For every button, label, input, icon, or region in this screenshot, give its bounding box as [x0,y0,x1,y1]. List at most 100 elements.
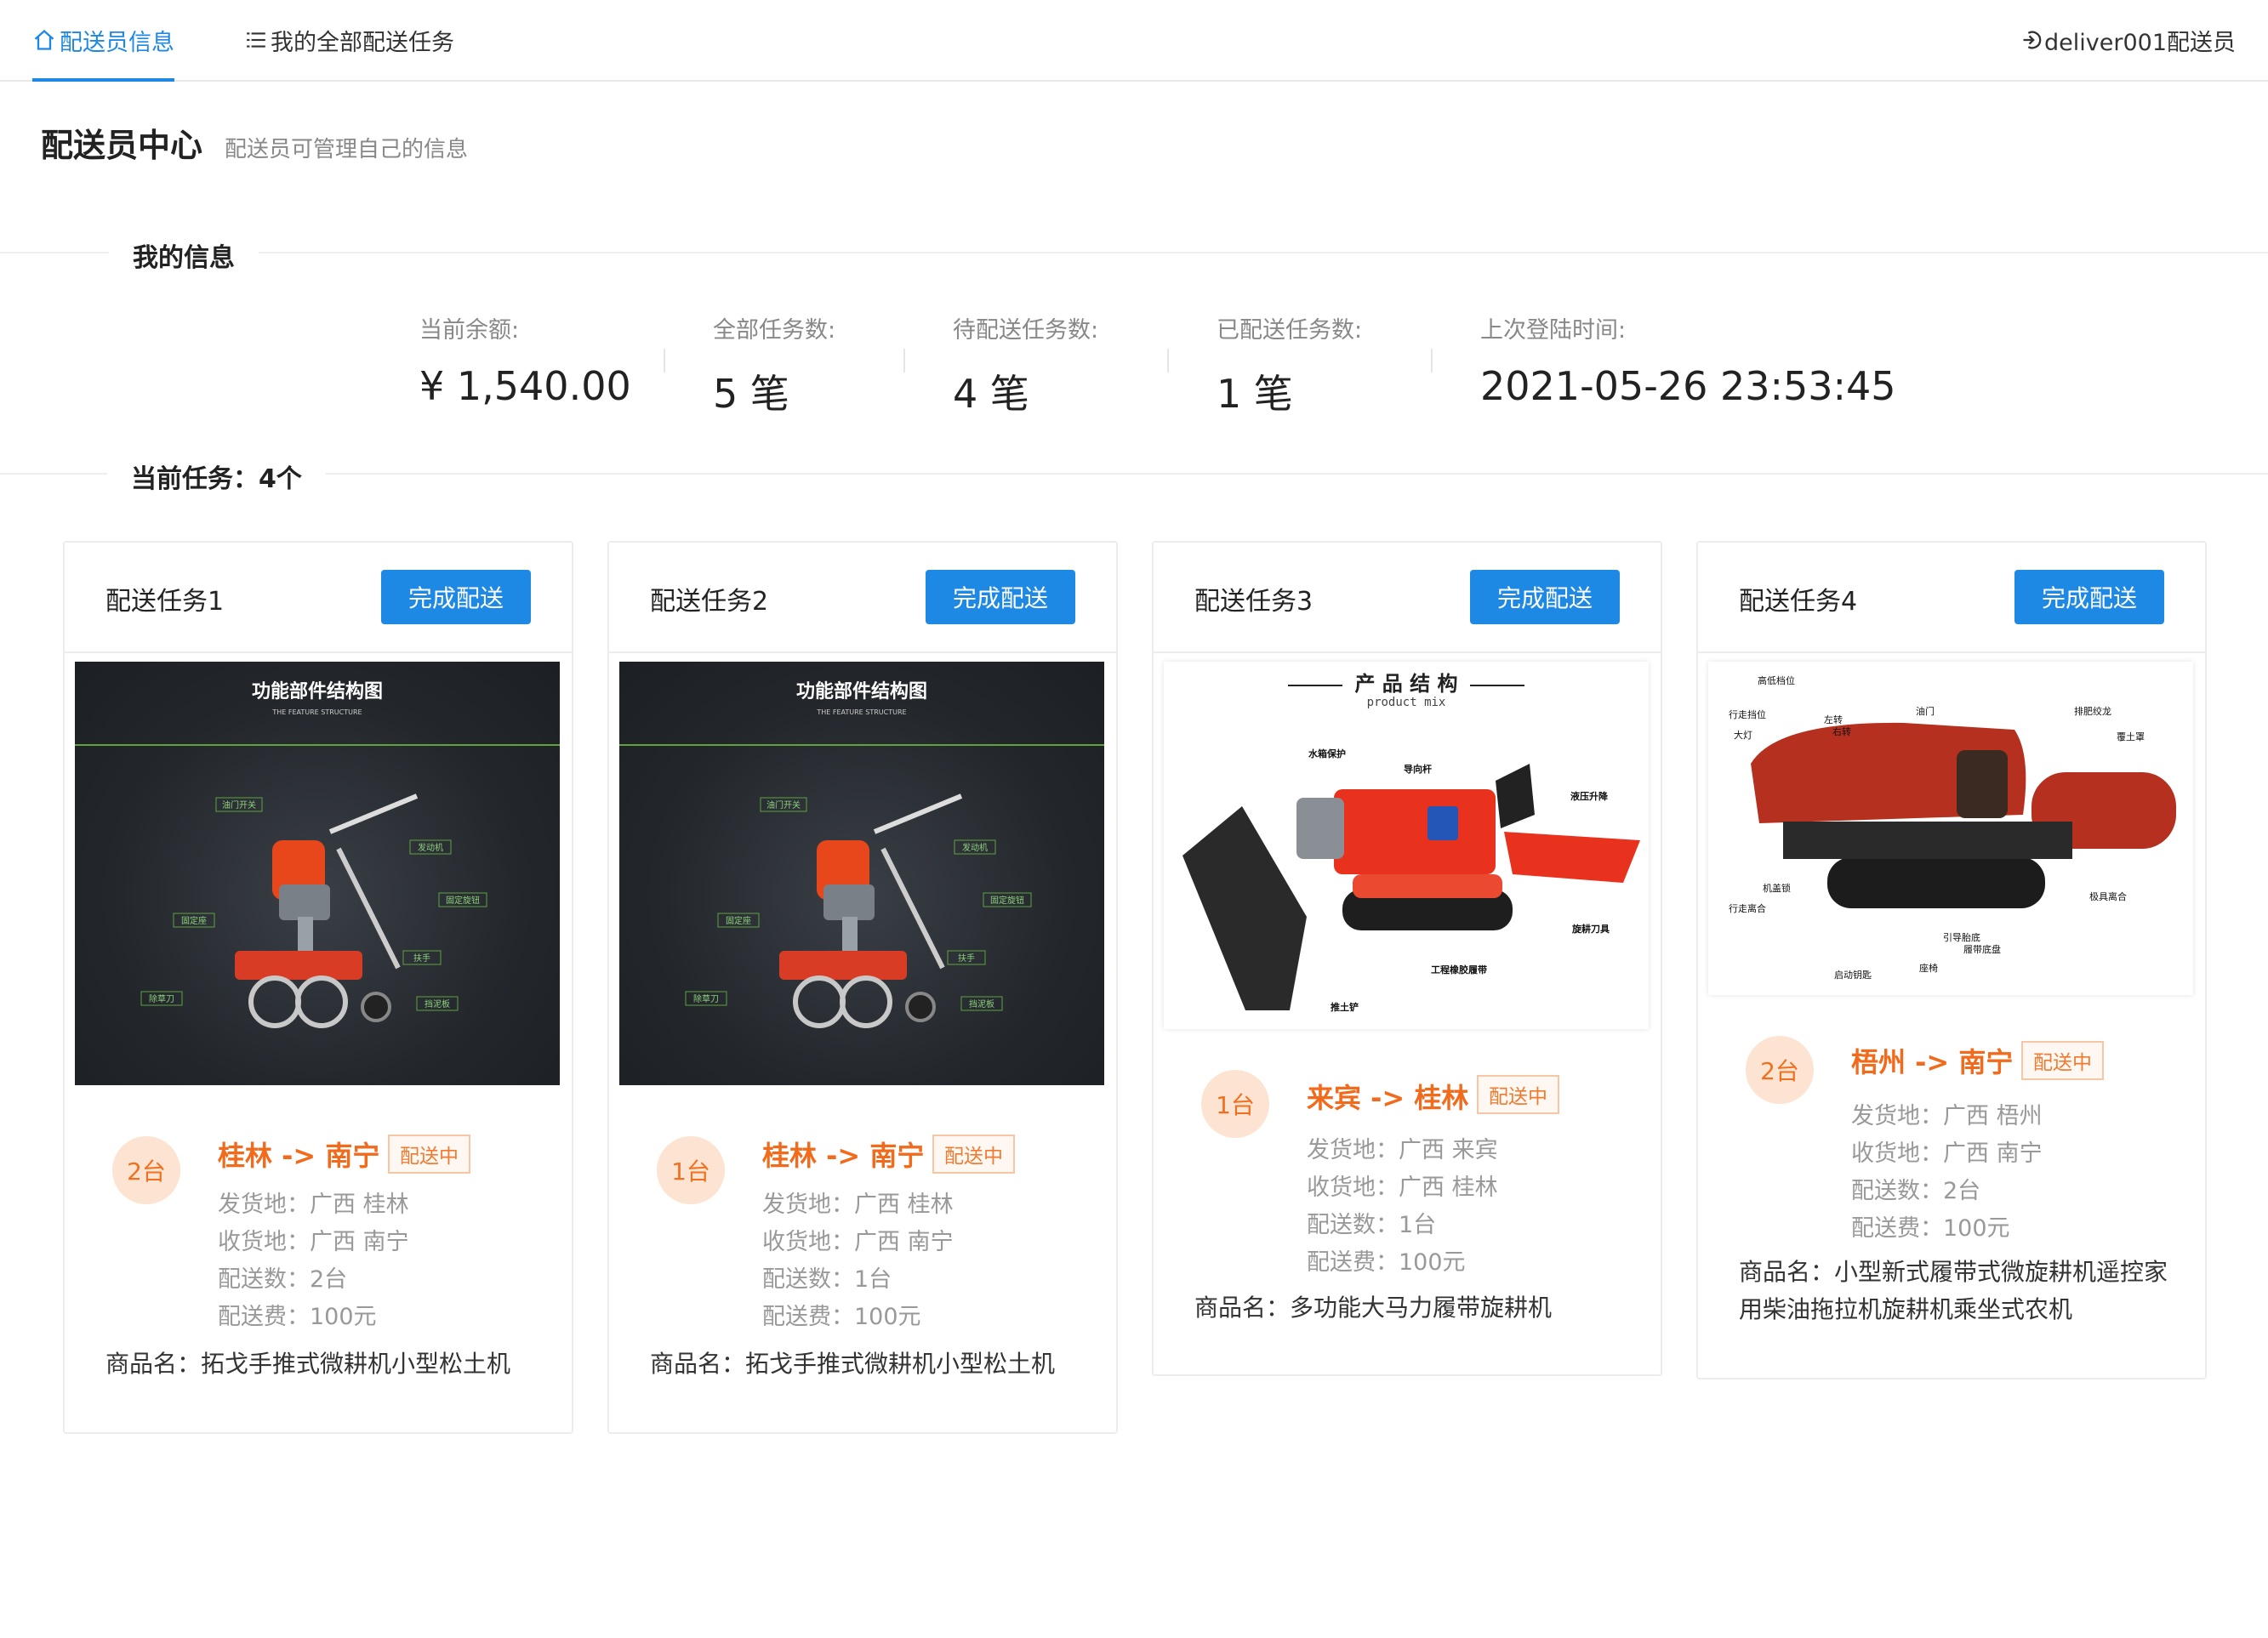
tab-deliverer-info-label: 配送员信息 [60,29,174,56]
stat-label: 当前余额: [419,317,520,344]
ship-from: 发货地：广西 桂林 [218,1192,409,1218]
svg-text:左转: 左转 [1824,714,1843,725]
ship-to: 收货地：广西 南宁 [218,1229,409,1255]
product-image: 功能部件结构图 THE FEATURE STRUCTURE 油门开关 发动机 固… [75,662,560,1085]
quantity-badge: 1台 [657,1136,725,1204]
svg-text:履带底盘: 履带底盘 [1963,943,2001,955]
stat-value: 1 笔 [1217,371,1293,417]
image-title: 功能部件结构图 [252,680,383,702]
svg-text:发动机: 发动机 [962,842,988,853]
quantity-badge: 1台 [1201,1070,1269,1138]
page-header: 配送员中心 配送员可管理自己的信息 [41,119,468,166]
product-name: 商品名：小型新式履带式微旋耕机遥控家用柴油拖拉机旋耕机乘坐式农机 [1739,1258,2168,1323]
task-card: 配送任务4 完成配送 高低档位 行走挡位 大灯 左转 右转 油门 排肥绞龙 覆土… [1696,541,2207,1379]
logout-icon [2023,31,2042,49]
delivery-count: 配送数：1台 [762,1266,892,1293]
svg-text:旋耕刀具: 旋耕刀具 [1571,923,1610,935]
svg-text:行走挡位: 行走挡位 [1729,708,1766,720]
svg-text:固定座: 固定座 [726,915,751,926]
ship-to: 收货地：广西 南宁 [1851,1140,2043,1167]
image-title: 功能部件结构图 [796,680,927,702]
stat-pending-tasks: 待配送任务数: 4 笔 [953,311,1098,419]
top-nav: 配送员信息 我的全部配送任务 deliver001配送员 [0,0,2268,82]
user-name: deliver001配送员 [2044,29,2236,56]
quantity-badge: 2台 [1746,1036,1814,1104]
svg-text:引导胎底: 引导胎底 [1943,931,1980,943]
user-menu[interactable]: deliver001配送员 [2020,0,2236,80]
stat-value: 2021-05-26 23:53:45 [1480,363,1896,409]
tab-all-tasks-label: 我的全部配送任务 [271,29,454,56]
task-title: 配送任务2 [650,587,769,617]
svg-text:发动机: 发动机 [418,842,443,853]
task-card: 配送任务2 完成配送 功能部件结构图 THE FEATURE STRUCTURE… [607,541,1118,1434]
route: 桂林 -> 南宁 [218,1140,380,1172]
complete-delivery-button[interactable]: 完成配送 [381,570,531,624]
status-badge: 配送中 [2021,1041,2104,1080]
svg-text:液压升降: 液压升降 [1570,790,1609,802]
task-card-header: 配送任务2 完成配送 [609,543,1116,653]
complete-delivery-button[interactable]: 完成配送 [1470,570,1620,624]
svg-text:推土铲: 推土铲 [1331,1001,1359,1013]
stat-label: 全部任务数: [713,317,836,344]
task-card-header: 配送任务1 完成配送 [65,543,572,653]
svg-text:挡泥板: 挡泥板 [425,998,450,1010]
product-image: 功能部件结构图 THE FEATURE STRUCTURE 油门开关 发动机 固… [619,662,1104,1085]
svg-text:水箱保护: 水箱保护 [1308,748,1346,759]
svg-text:扶手: 扶手 [413,953,430,964]
crawler-tiller-diagram: 产 品 结 构 product mix 水箱保护 导向杆 液压升降 旋耕刀具 工… [1182,672,1640,1013]
stat-separator [1431,349,1433,373]
stat-label: 待配送任务数: [953,317,1099,344]
route: 梧州 -> 南宁 [1851,1046,2014,1078]
delivery-fee: 配送费：100元 [762,1304,921,1330]
image-title: 产 品 结 构 [1354,672,1457,696]
product-name: 商品名：多功能大马力履带旋耕机 [1194,1294,1553,1322]
ship-from: 发货地：广西 梧州 [1851,1103,2043,1129]
stat-balance: 当前余额: ¥ 1,540.00 [419,311,631,409]
task-card-header: 配送任务4 完成配送 [1698,543,2205,653]
delivery-count: 配送数：1台 [1307,1212,1437,1238]
svg-text:油门开关: 油门开关 [766,799,801,810]
stat-value: 5 笔 [713,371,789,417]
svg-text:扶手: 扶手 [958,953,975,964]
stat-separator [664,349,665,373]
delivery-fee: 配送费：100元 [1307,1249,1466,1276]
route: 桂林 -> 南宁 [762,1140,925,1172]
ship-from: 发货地：广西 来宾 [1307,1137,1498,1163]
svg-text:大灯: 大灯 [1734,729,1752,741]
task-card: 配送任务1 完成配送 功能部件结构图 THE FEATURE STRUCTURE… [63,541,573,1434]
tiller-diagram: 功能部件结构图 THE FEATURE STRUCTURE 油门开关 发动机 固… [75,680,560,1028]
stat-delivered-tasks: 已配送任务数: 1 笔 [1217,311,1362,419]
tab-deliverer-info[interactable]: 配送员信息 [32,0,174,82]
stat-value: 4 笔 [953,371,1029,417]
complete-delivery-button[interactable]: 完成配送 [926,570,1075,624]
image-subtitle: product mix [1367,696,1446,709]
tiller-machine [779,793,963,1028]
stat-label: 上次登陆时间: [1480,317,1627,344]
stat-value: ¥ 1,540.00 [419,363,631,409]
ride-on-tiller-diagram: 高低档位 行走挡位 大灯 左转 右转 油门 排肥绞龙 覆土罩 机盖锁 行走离合 … [1729,674,2176,981]
svg-text:固定旋钮: 固定旋钮 [990,895,1024,906]
route: 来宾 -> 桂林 [1307,1082,1469,1114]
divider [0,252,2268,253]
image-subtitle: THE FEATURE STRUCTURE [271,708,362,716]
complete-delivery-button[interactable]: 完成配送 [2014,570,2164,624]
task-title: 配送任务1 [105,587,225,617]
stat-total-tasks: 全部任务数: 5 笔 [713,311,835,419]
current-tasks-title: 当前任务：4个 [107,458,326,495]
svg-text:行走离合: 行走离合 [1729,902,1766,914]
delivery-count: 配送数：2台 [218,1266,348,1293]
tab-all-tasks[interactable]: 我的全部配送任务 [245,0,454,80]
svg-text:除草刀: 除草刀 [149,993,174,1004]
ship-from: 发货地：广西 桂林 [762,1192,954,1218]
svg-text:极具离合: 极具离合 [2089,890,2127,902]
delivery-fee: 配送费：100元 [218,1304,377,1330]
svg-text:导向杆: 导向杆 [1404,763,1432,775]
svg-text:座椅: 座椅 [1919,962,1938,974]
stat-label: 已配送任务数: [1217,317,1363,344]
stat-separator [1167,349,1169,373]
task-title: 配送任务4 [1739,587,1858,617]
svg-text:启动钥匙: 启动钥匙 [1834,969,1872,981]
task-card-header: 配送任务3 完成配送 [1154,543,1661,653]
product-image: 高低档位 行走挡位 大灯 左转 右转 油门 排肥绞龙 覆土罩 机盖锁 行走离合 … [1708,662,2193,995]
page-title: 配送员中心 [41,127,203,164]
